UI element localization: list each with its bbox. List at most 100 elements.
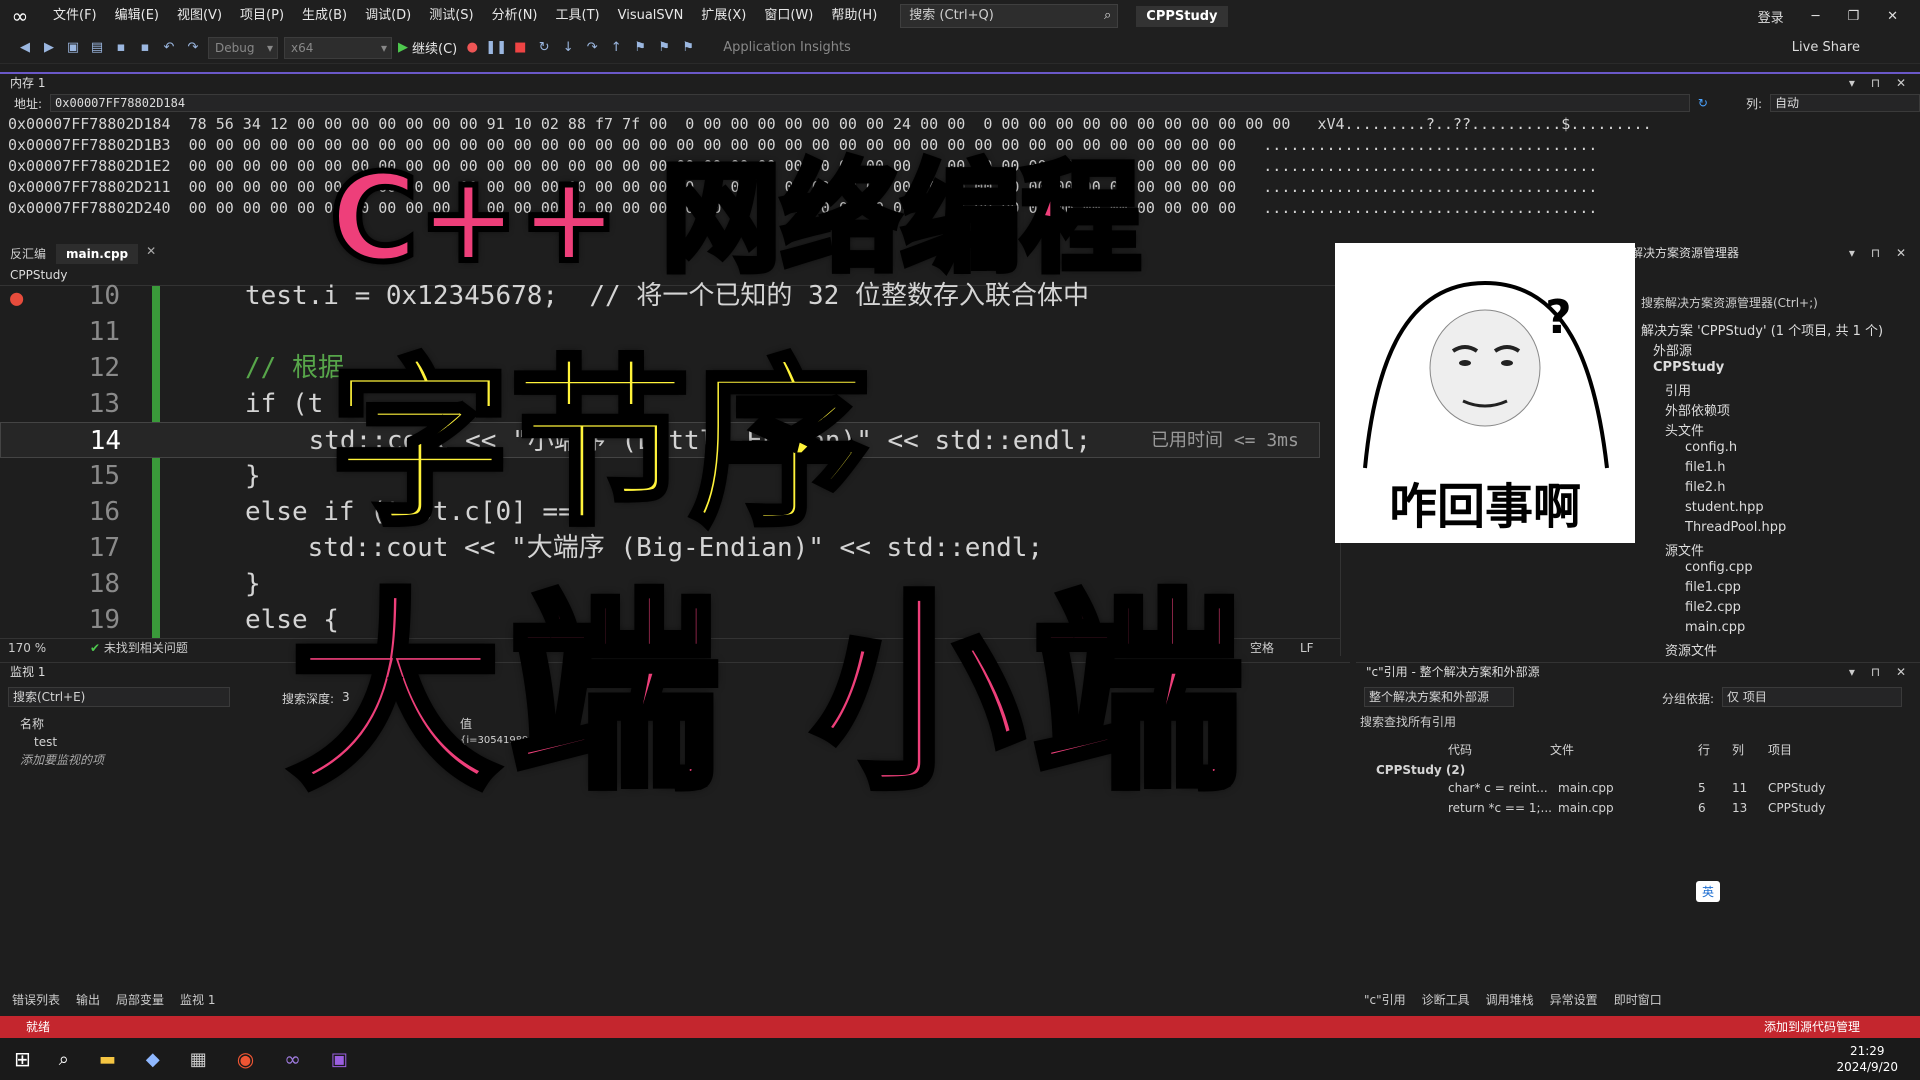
continue-button[interactable]: ▶ 继续(C): [398, 38, 457, 57]
undo-icon[interactable]: ↶: [160, 39, 178, 57]
tree-project[interactable]: CPPStudy: [1653, 360, 1724, 375]
pause-icon[interactable]: ❚❚: [485, 39, 507, 57]
tree-file[interactable]: file2.h: [1685, 480, 1725, 495]
refresh-icon[interactable]: ↻: [1698, 96, 1708, 110]
minimize-icon[interactable]: ─: [1812, 9, 1820, 24]
tree-external-sources[interactable]: 外部源: [1653, 340, 1692, 359]
pane-controls[interactable]: ▾ ⊓ ✕: [1849, 74, 1912, 92]
reference-group[interactable]: CPPStudy (2): [1376, 763, 1465, 777]
watch-row-name[interactable]: test: [34, 735, 57, 749]
tree-file[interactable]: config.h: [1685, 440, 1737, 455]
global-search-input[interactable]: 搜索 (Ctrl+Q) ⌕: [900, 4, 1119, 28]
platform-dropdown[interactable]: x64: [284, 36, 392, 59]
menu-analyze[interactable]: 分析(N): [483, 0, 547, 32]
terminal-icon[interactable]: ▣: [331, 1049, 348, 1070]
reference-row[interactable]: char* c = reint... main.cpp 5 11 CPPStud…: [1448, 781, 1908, 795]
menu-window[interactable]: 窗口(W): [755, 0, 822, 32]
menu-debug[interactable]: 调试(D): [356, 0, 420, 32]
step-into-icon[interactable]: ↓: [559, 39, 577, 57]
save-icon[interactable]: ▪: [112, 39, 130, 57]
stop-icon[interactable]: ■: [511, 39, 529, 57]
menu-view[interactable]: 视图(V): [168, 0, 231, 32]
tree-file[interactable]: ThreadPool.hpp: [1685, 520, 1786, 535]
tree-file[interactable]: file1.cpp: [1685, 580, 1741, 595]
tab-main-cpp[interactable]: main.cpp: [56, 244, 139, 264]
tab-immediate[interactable]: 即时窗口: [1614, 991, 1662, 1008]
calculator-icon[interactable]: ▦: [190, 1049, 207, 1070]
new-project-icon[interactable]: ▣: [64, 39, 82, 57]
open-icon[interactable]: ▤: [88, 39, 106, 57]
windows-start-icon[interactable]: ⊞: [14, 1047, 31, 1071]
tab-output[interactable]: 输出: [76, 991, 100, 1008]
eol-indicator[interactable]: LF: [1300, 639, 1314, 657]
visual-studio-icon[interactable]: ∞: [284, 1047, 301, 1071]
ime-toolbar[interactable]: 英: [1696, 881, 1721, 902]
restart-icon[interactable]: ↻: [535, 39, 553, 57]
solution-search-input[interactable]: 搜索解决方案资源管理器(Ctrl+;): [1641, 294, 1818, 311]
back-icon[interactable]: ◀: [16, 39, 34, 57]
tree-source-files[interactable]: 源文件: [1665, 540, 1704, 559]
chrome-icon[interactable]: ◉: [237, 1047, 254, 1071]
menu-build[interactable]: 生成(B): [293, 0, 356, 32]
tree-file[interactable]: file1.h: [1685, 460, 1725, 475]
redo-icon[interactable]: ↷: [184, 39, 202, 57]
close-window-icon[interactable]: ✕: [1887, 9, 1898, 24]
references-search-input[interactable]: 搜索查找所有引用: [1360, 713, 1910, 731]
ime-mode[interactable]: 英: [1702, 885, 1714, 899]
app-icon[interactable]: ◆: [146, 1049, 160, 1070]
tab-locals[interactable]: 局部变量: [116, 991, 164, 1008]
tree-file[interactable]: file2.cpp: [1685, 600, 1741, 615]
watch-search-input[interactable]: 搜索(Ctrl+E): [8, 687, 230, 707]
tab-error-list[interactable]: 错误列表: [12, 991, 60, 1008]
live-share-button[interactable]: Live Share: [1792, 40, 1860, 55]
columns-dropdown[interactable]: 自动: [1770, 94, 1920, 112]
hot-reload-icon[interactable]: ●: [463, 39, 481, 57]
login-link[interactable]: 登录: [1758, 7, 1784, 26]
pane-controls[interactable]: ▾ ⊓ ✕: [1849, 663, 1912, 681]
menu-visualsvn[interactable]: VisualSVN: [609, 0, 693, 32]
tab-call-stack[interactable]: 调用堆栈: [1486, 991, 1534, 1008]
tree-header-files[interactable]: 头文件: [1665, 420, 1704, 439]
menu-test[interactable]: 测试(S): [420, 0, 482, 32]
step-over-icon[interactable]: ↷: [583, 39, 601, 57]
bookmark-next-icon[interactable]: ⚑: [679, 39, 697, 57]
file-explorer-icon[interactable]: ▬: [99, 1049, 116, 1070]
menu-tools[interactable]: 工具(T): [547, 0, 609, 32]
save-all-icon[interactable]: ▪: [136, 39, 154, 57]
tree-file[interactable]: config.cpp: [1685, 560, 1753, 575]
tree-resource-files[interactable]: 资源文件: [1665, 640, 1717, 659]
bookmark-icon[interactable]: ⚑: [631, 39, 649, 57]
tab-references[interactable]: "c"引用: [1364, 991, 1406, 1008]
memory-row[interactable]: 0x00007FF78802D184 78 56 34 12 00 00 00 …: [0, 114, 1920, 135]
tab-watch-1[interactable]: 监视 1: [180, 991, 215, 1008]
tree-file[interactable]: main.cpp: [1685, 620, 1745, 635]
tree-solution[interactable]: 解决方案 'CPPStudy' (1 个项目, 共 1 个): [1641, 320, 1883, 339]
zoom-level[interactable]: 170 %: [8, 641, 46, 655]
step-out-icon[interactable]: ↑: [607, 39, 625, 57]
tree-references[interactable]: 引用: [1665, 380, 1691, 399]
application-insights-button[interactable]: Application Insights: [723, 40, 851, 55]
tab-exception-settings[interactable]: 异常设置: [1550, 991, 1598, 1008]
menu-extensions[interactable]: 扩展(X): [692, 0, 755, 32]
menu-project[interactable]: 项目(P): [231, 0, 293, 32]
menu-help[interactable]: 帮助(H): [822, 0, 886, 32]
address-input[interactable]: 0x00007FF78802D184: [50, 94, 1690, 112]
add-to-source-control-button[interactable]: 添加到源代码管理: [1764, 1016, 1860, 1038]
bookmark-prev-icon[interactable]: ⚑: [655, 39, 673, 57]
add-watch-hint[interactable]: 添加要监视的项: [20, 751, 104, 768]
tree-external-deps[interactable]: 外部依赖项: [1665, 400, 1730, 419]
close-tab-icon[interactable]: ✕: [138, 244, 156, 264]
search-icon[interactable]: ⌕: [59, 1049, 69, 1070]
tab-disassembly[interactable]: 反汇编: [0, 244, 56, 264]
group-by-dropdown[interactable]: 仅 项目: [1722, 687, 1902, 707]
scope-dropdown[interactable]: 整个解决方案和外部源: [1364, 687, 1514, 707]
clock[interactable]: 21:29 2024/9/20: [1836, 1043, 1898, 1075]
forward-icon[interactable]: ▶: [40, 39, 58, 57]
tree-file[interactable]: student.hpp: [1685, 500, 1764, 515]
menu-edit[interactable]: 编辑(E): [106, 0, 168, 32]
tab-diagnostics[interactable]: 诊断工具: [1422, 991, 1470, 1008]
reference-row[interactable]: return *c == 1;... main.cpp 6 13 CPPStud…: [1448, 801, 1908, 815]
restore-icon[interactable]: ❐: [1847, 9, 1859, 24]
configuration-dropdown[interactable]: Debug: [208, 36, 278, 59]
pane-controls[interactable]: ▾ ⊓ ✕: [1849, 244, 1912, 262]
